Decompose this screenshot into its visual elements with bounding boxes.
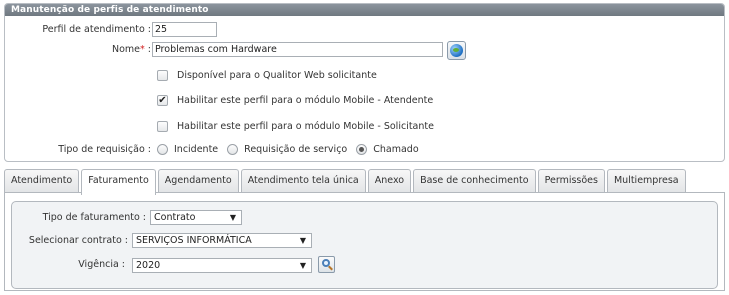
selecionar-contrato-label: Selecionar contrato : xyxy=(28,235,128,246)
tab-atendimento[interactable]: Atendimento xyxy=(4,169,80,193)
contrato-select[interactable]: SERVIÇOS INFORMÁTICA ▼ xyxy=(132,233,312,248)
tipo-faturamento-label: Tipo de faturamento : xyxy=(42,212,146,223)
check-mark-icon: ✔ xyxy=(158,94,167,106)
checkbox-qualitor-web[interactable]: Disponível para o Qualitor Web solicitan… xyxy=(157,70,377,81)
radio-label-requisicao: Requisição de serviço xyxy=(244,144,348,155)
nome-colon: : xyxy=(144,44,151,55)
checkbox-label: Habilitar este perfil para o módulo Mobi… xyxy=(177,95,434,106)
tab-agendamento[interactable]: Agendamento xyxy=(157,169,239,193)
checkbox-label: Disponível para o Qualitor Web solicitan… xyxy=(177,70,377,81)
checkbox-box[interactable] xyxy=(157,70,168,81)
faturamento-tab-panel: Tipo de faturamento : Contrato ▼ Selecio… xyxy=(4,192,725,291)
tab-permissoes[interactable]: Permissões xyxy=(537,169,605,193)
radio-incidente[interactable] xyxy=(157,144,168,155)
perfil-input[interactable]: 25 xyxy=(152,22,217,37)
tab-atendimento-tela-unica[interactable]: Atendimento tela única xyxy=(240,169,366,193)
checkbox-mobile-atendente[interactable]: ✔ Habilitar este perfil para o módulo Mo… xyxy=(157,95,433,106)
checkbox-mobile-solicitante[interactable]: Habilitar este perfil para o módulo Mobi… xyxy=(157,121,434,132)
globe-icon[interactable] xyxy=(447,41,466,60)
vigencia-label: Vigência : xyxy=(78,259,125,270)
checkbox-box[interactable]: ✔ xyxy=(157,95,168,106)
perfil-label: Perfil de atendimento : xyxy=(42,24,151,35)
vigencia-value: 2020 xyxy=(136,260,161,271)
tipo-requisicao-radios: Incidente Requisição de serviço Chamado xyxy=(157,144,428,155)
radio-selected-dot xyxy=(359,147,365,152)
tab-anexo[interactable]: Anexo xyxy=(367,169,412,193)
profile-panel: Manutenção de perfis de atendimento Perf… xyxy=(4,3,725,162)
handle-graphic xyxy=(328,265,333,271)
tab-multiempresa[interactable]: Multiempresa xyxy=(606,169,686,193)
vigencia-select[interactable]: 2020 ▼ xyxy=(132,258,312,273)
tipo-faturamento-select[interactable]: Contrato ▼ xyxy=(150,210,242,225)
nome-label: Nome xyxy=(111,44,141,55)
radio-chamado[interactable] xyxy=(356,144,368,155)
chevron-down-icon: ▼ xyxy=(229,213,236,222)
checkbox-label: Habilitar este perfil para o módulo Mobi… xyxy=(177,121,434,132)
radio-requisicao-servico[interactable] xyxy=(227,144,239,155)
chevron-down-icon: ▼ xyxy=(299,261,306,270)
zoom-search-icon[interactable] xyxy=(318,256,335,273)
panel-title: Manutenção de perfis de atendimento xyxy=(5,4,724,16)
radio-label-incidente: Incidente xyxy=(174,144,219,155)
radio-label-chamado: Chamado xyxy=(373,144,419,155)
chevron-down-icon: ▼ xyxy=(299,236,306,245)
checkbox-box[interactable] xyxy=(157,121,168,132)
nome-input[interactable]: Problemas com Hardware xyxy=(152,42,443,57)
nome-label-group: Nome* : xyxy=(112,44,151,55)
tab-faturamento[interactable]: Faturamento xyxy=(81,169,156,195)
contrato-value: SERVIÇOS INFORMÁTICA xyxy=(136,235,252,246)
tipo-faturamento-value: Contrato xyxy=(154,212,196,223)
tab-bar: Atendimento Faturamento Agendamento Aten… xyxy=(4,169,688,195)
globe-icon-graphic xyxy=(450,44,463,57)
faturamento-fieldset: Tipo de faturamento : Contrato ▼ Selecio… xyxy=(11,201,718,289)
tipo-requisicao-label: Tipo de requisição : xyxy=(58,144,151,155)
tab-base-conhecimento[interactable]: Base de conhecimento xyxy=(413,169,536,193)
